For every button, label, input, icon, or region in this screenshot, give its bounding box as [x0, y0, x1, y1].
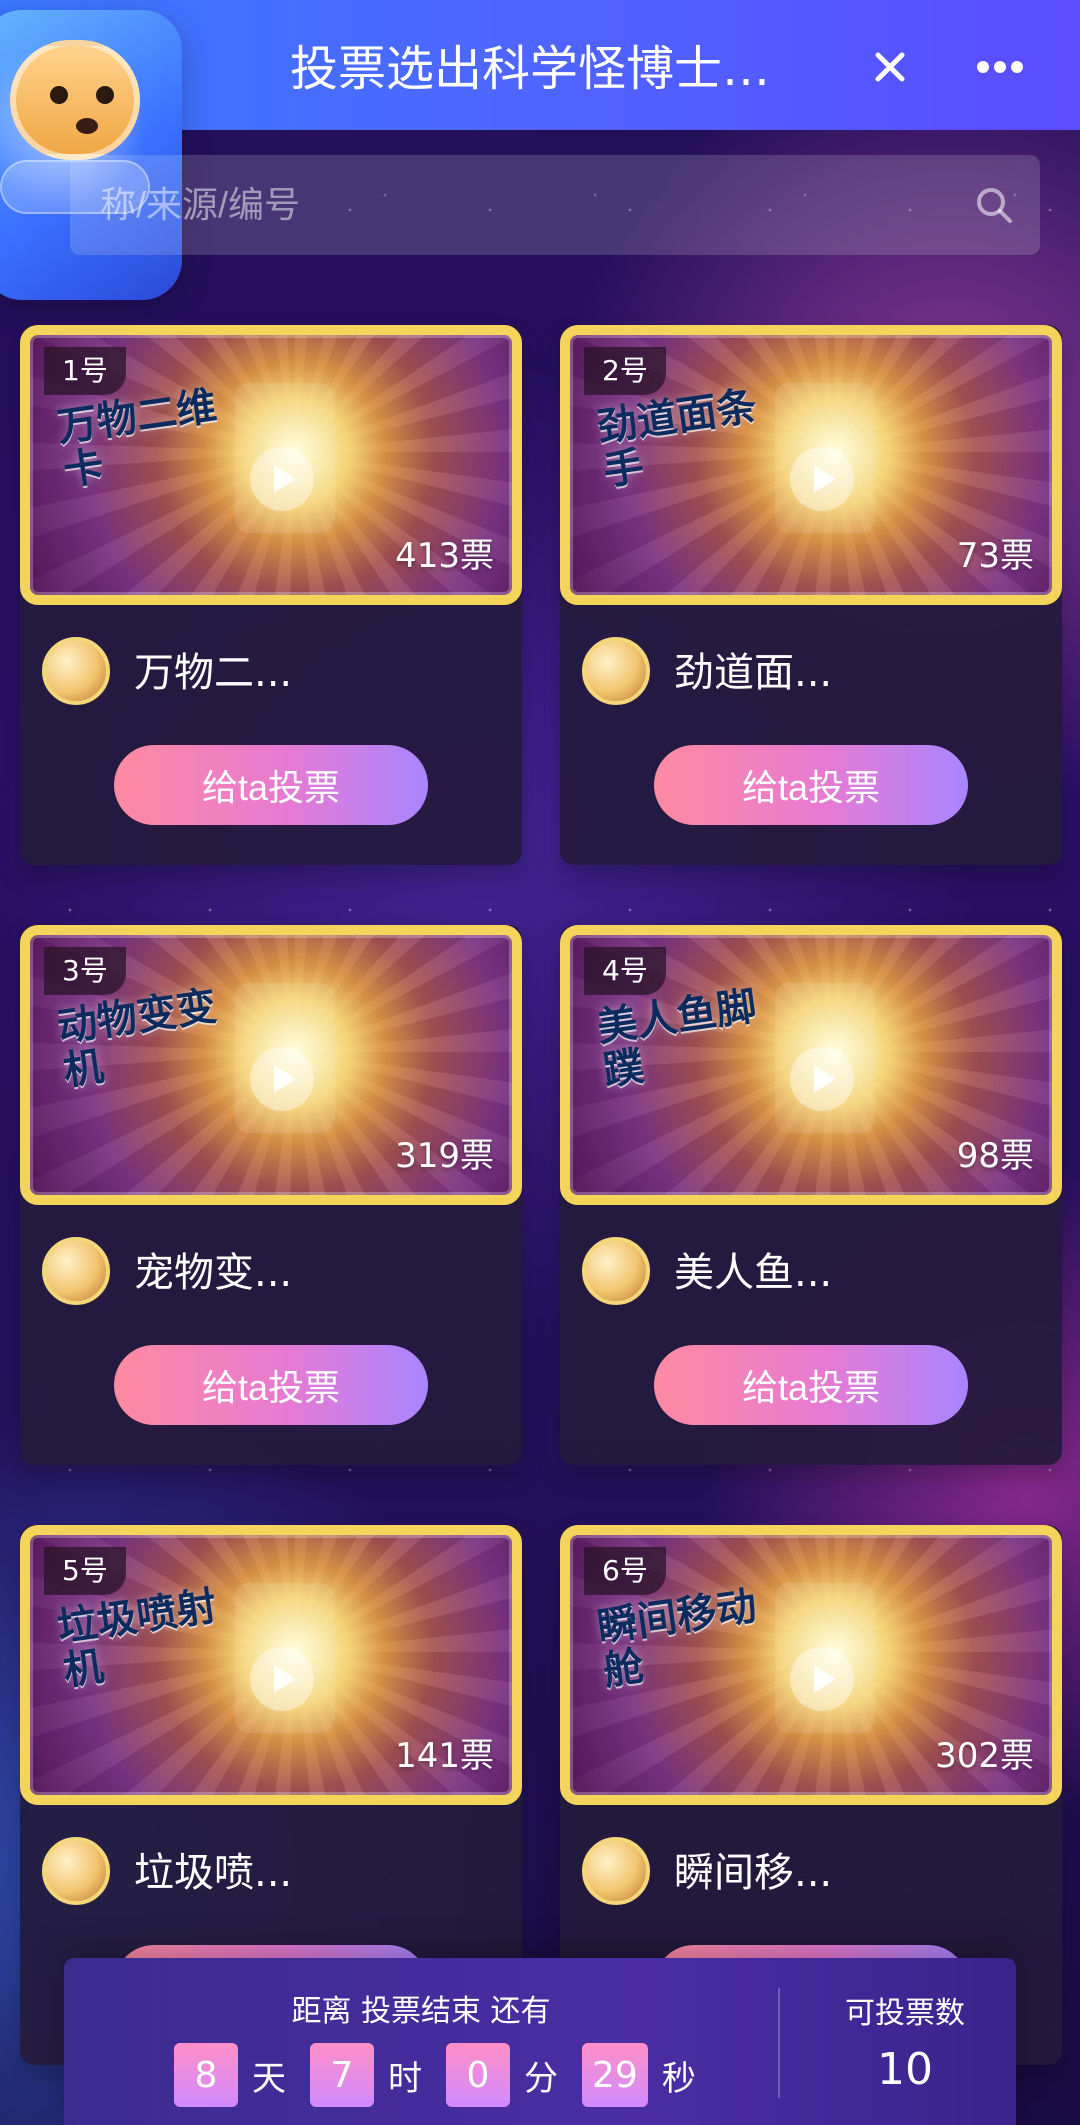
countdown-hours: 7: [310, 2043, 374, 2107]
vote-button[interactable]: 给ta投票: [114, 745, 428, 825]
thumbnail-title: 万物二维卡: [54, 383, 220, 495]
votes-left-count: 10: [877, 2044, 933, 2095]
candidate-card: 4号 美人鱼脚蹼 98票 美人鱼... 给ta投票: [560, 925, 1062, 1465]
search-bar: [70, 155, 1040, 255]
item-name: 垃圾喷...: [134, 1850, 293, 1896]
countdown-seconds-unit: 秒: [661, 2058, 696, 2099]
thumbnail-title: 垃圾喷射机: [54, 1583, 220, 1695]
item-name: 宠物变...: [134, 1250, 293, 1296]
number-badge: 2号: [584, 347, 666, 395]
close-button[interactable]: [855, 32, 925, 102]
countdown-minutes: 0: [446, 2043, 510, 2107]
page-title: 投票选出科学怪博士…: [290, 41, 771, 97]
play-icon[interactable]: [790, 1647, 854, 1711]
vote-count: 141票: [395, 1736, 494, 1776]
vote-button[interactable]: 给ta投票: [654, 1345, 968, 1425]
item-name: 美人鱼...: [674, 1250, 833, 1296]
thumbnail-title: 动物变变机: [54, 983, 220, 1095]
number-badge: 5号: [44, 1547, 126, 1595]
tiger-face-icon: [10, 40, 140, 160]
countdown-days: 8: [174, 2043, 238, 2107]
number-badge: 1号: [44, 347, 126, 395]
thumbnail-title: 瞬间移动舱: [594, 1583, 760, 1695]
number-badge: 6号: [584, 1547, 666, 1595]
vote-count: 319票: [395, 1136, 494, 1176]
item-avatar: [42, 1237, 110, 1305]
video-thumbnail[interactable]: 3号 动物变变机 319票: [20, 925, 522, 1205]
item-name: 瞬间移...: [674, 1850, 833, 1896]
video-thumbnail[interactable]: 1号 万物二维卡 413票: [20, 325, 522, 605]
play-icon[interactable]: [790, 447, 854, 511]
vote-count: 413票: [395, 536, 494, 576]
video-thumbnail[interactable]: 4号 美人鱼脚蹼 98票: [560, 925, 1062, 1205]
divider: [778, 1988, 780, 2098]
item-name: 万物二...: [134, 650, 293, 696]
vote-count: 73票: [956, 536, 1034, 576]
countdown-title: 距离 投票结束 还有: [291, 1994, 551, 2029]
more-icon: [977, 61, 1023, 73]
search-icon[interactable]: [970, 181, 1018, 229]
candidate-card: 1号 万物二维卡 413票 万物二... 给ta投票: [20, 325, 522, 865]
close-icon: [875, 52, 905, 82]
item-name: 劲道面...: [674, 650, 833, 696]
candidate-card: 2号 劲道面条手 73票 劲道面... 给ta投票: [560, 325, 1062, 865]
candidate-card: 3号 动物变变机 319票 宠物变... 给ta投票: [20, 925, 522, 1465]
item-avatar: [42, 637, 110, 705]
countdown-hours-unit: 时: [388, 2058, 422, 2099]
video-thumbnail[interactable]: 6号 瞬间移动舱 302票: [560, 1525, 1062, 1805]
search-input[interactable]: [100, 155, 940, 255]
vote-button[interactable]: 给ta投票: [654, 745, 968, 825]
countdown-days-unit: 天: [252, 2058, 286, 2099]
countdown-minutes-unit: 分: [524, 2058, 558, 2099]
more-button[interactable]: [965, 32, 1035, 102]
play-icon[interactable]: [790, 1047, 854, 1111]
thumbnail-title: 美人鱼脚蹼: [594, 983, 760, 1095]
thumbnail-title: 劲道面条手: [594, 383, 760, 495]
item-avatar: [42, 1837, 110, 1905]
play-icon[interactable]: [250, 447, 314, 511]
votes-left-title: 可投票数: [845, 1996, 965, 2031]
number-badge: 3号: [44, 947, 126, 995]
countdown-timer: 8 天 7 时 0 分 29 秒: [174, 2043, 706, 2107]
vote-count: 302票: [935, 1736, 1034, 1776]
video-thumbnail[interactable]: 5号 垃圾喷射机 141票: [20, 1525, 522, 1805]
countdown-seconds: 29: [582, 2043, 648, 2107]
video-thumbnail[interactable]: 2号 劲道面条手 73票: [560, 325, 1062, 605]
play-icon[interactable]: [250, 1647, 314, 1711]
number-badge: 4号: [584, 947, 666, 995]
item-avatar: [582, 1237, 650, 1305]
tiger-nose-icon: [76, 118, 98, 134]
play-icon[interactable]: [250, 1047, 314, 1111]
vote-button[interactable]: 给ta投票: [114, 1345, 428, 1425]
item-avatar: [582, 637, 650, 705]
item-avatar: [582, 1837, 650, 1905]
vote-count: 98票: [956, 1136, 1034, 1176]
bottom-countdown-bar: 距离 投票结束 还有 8 天 7 时 0 分 29 秒 可投票数 10: [64, 1958, 1016, 2125]
